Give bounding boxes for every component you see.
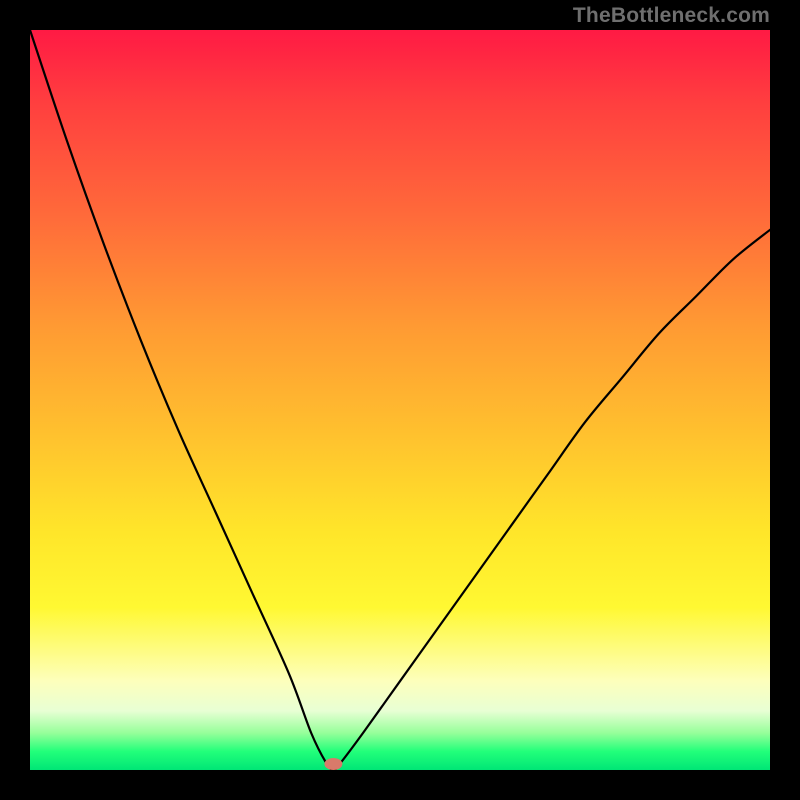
watermark-text: TheBottleneck.com [573, 4, 770, 28]
chart-svg [30, 30, 770, 770]
bottleneck-curve [30, 30, 770, 770]
minimum-marker [324, 758, 342, 770]
chart-frame: TheBottleneck.com [0, 0, 800, 800]
plot-area [30, 30, 770, 770]
